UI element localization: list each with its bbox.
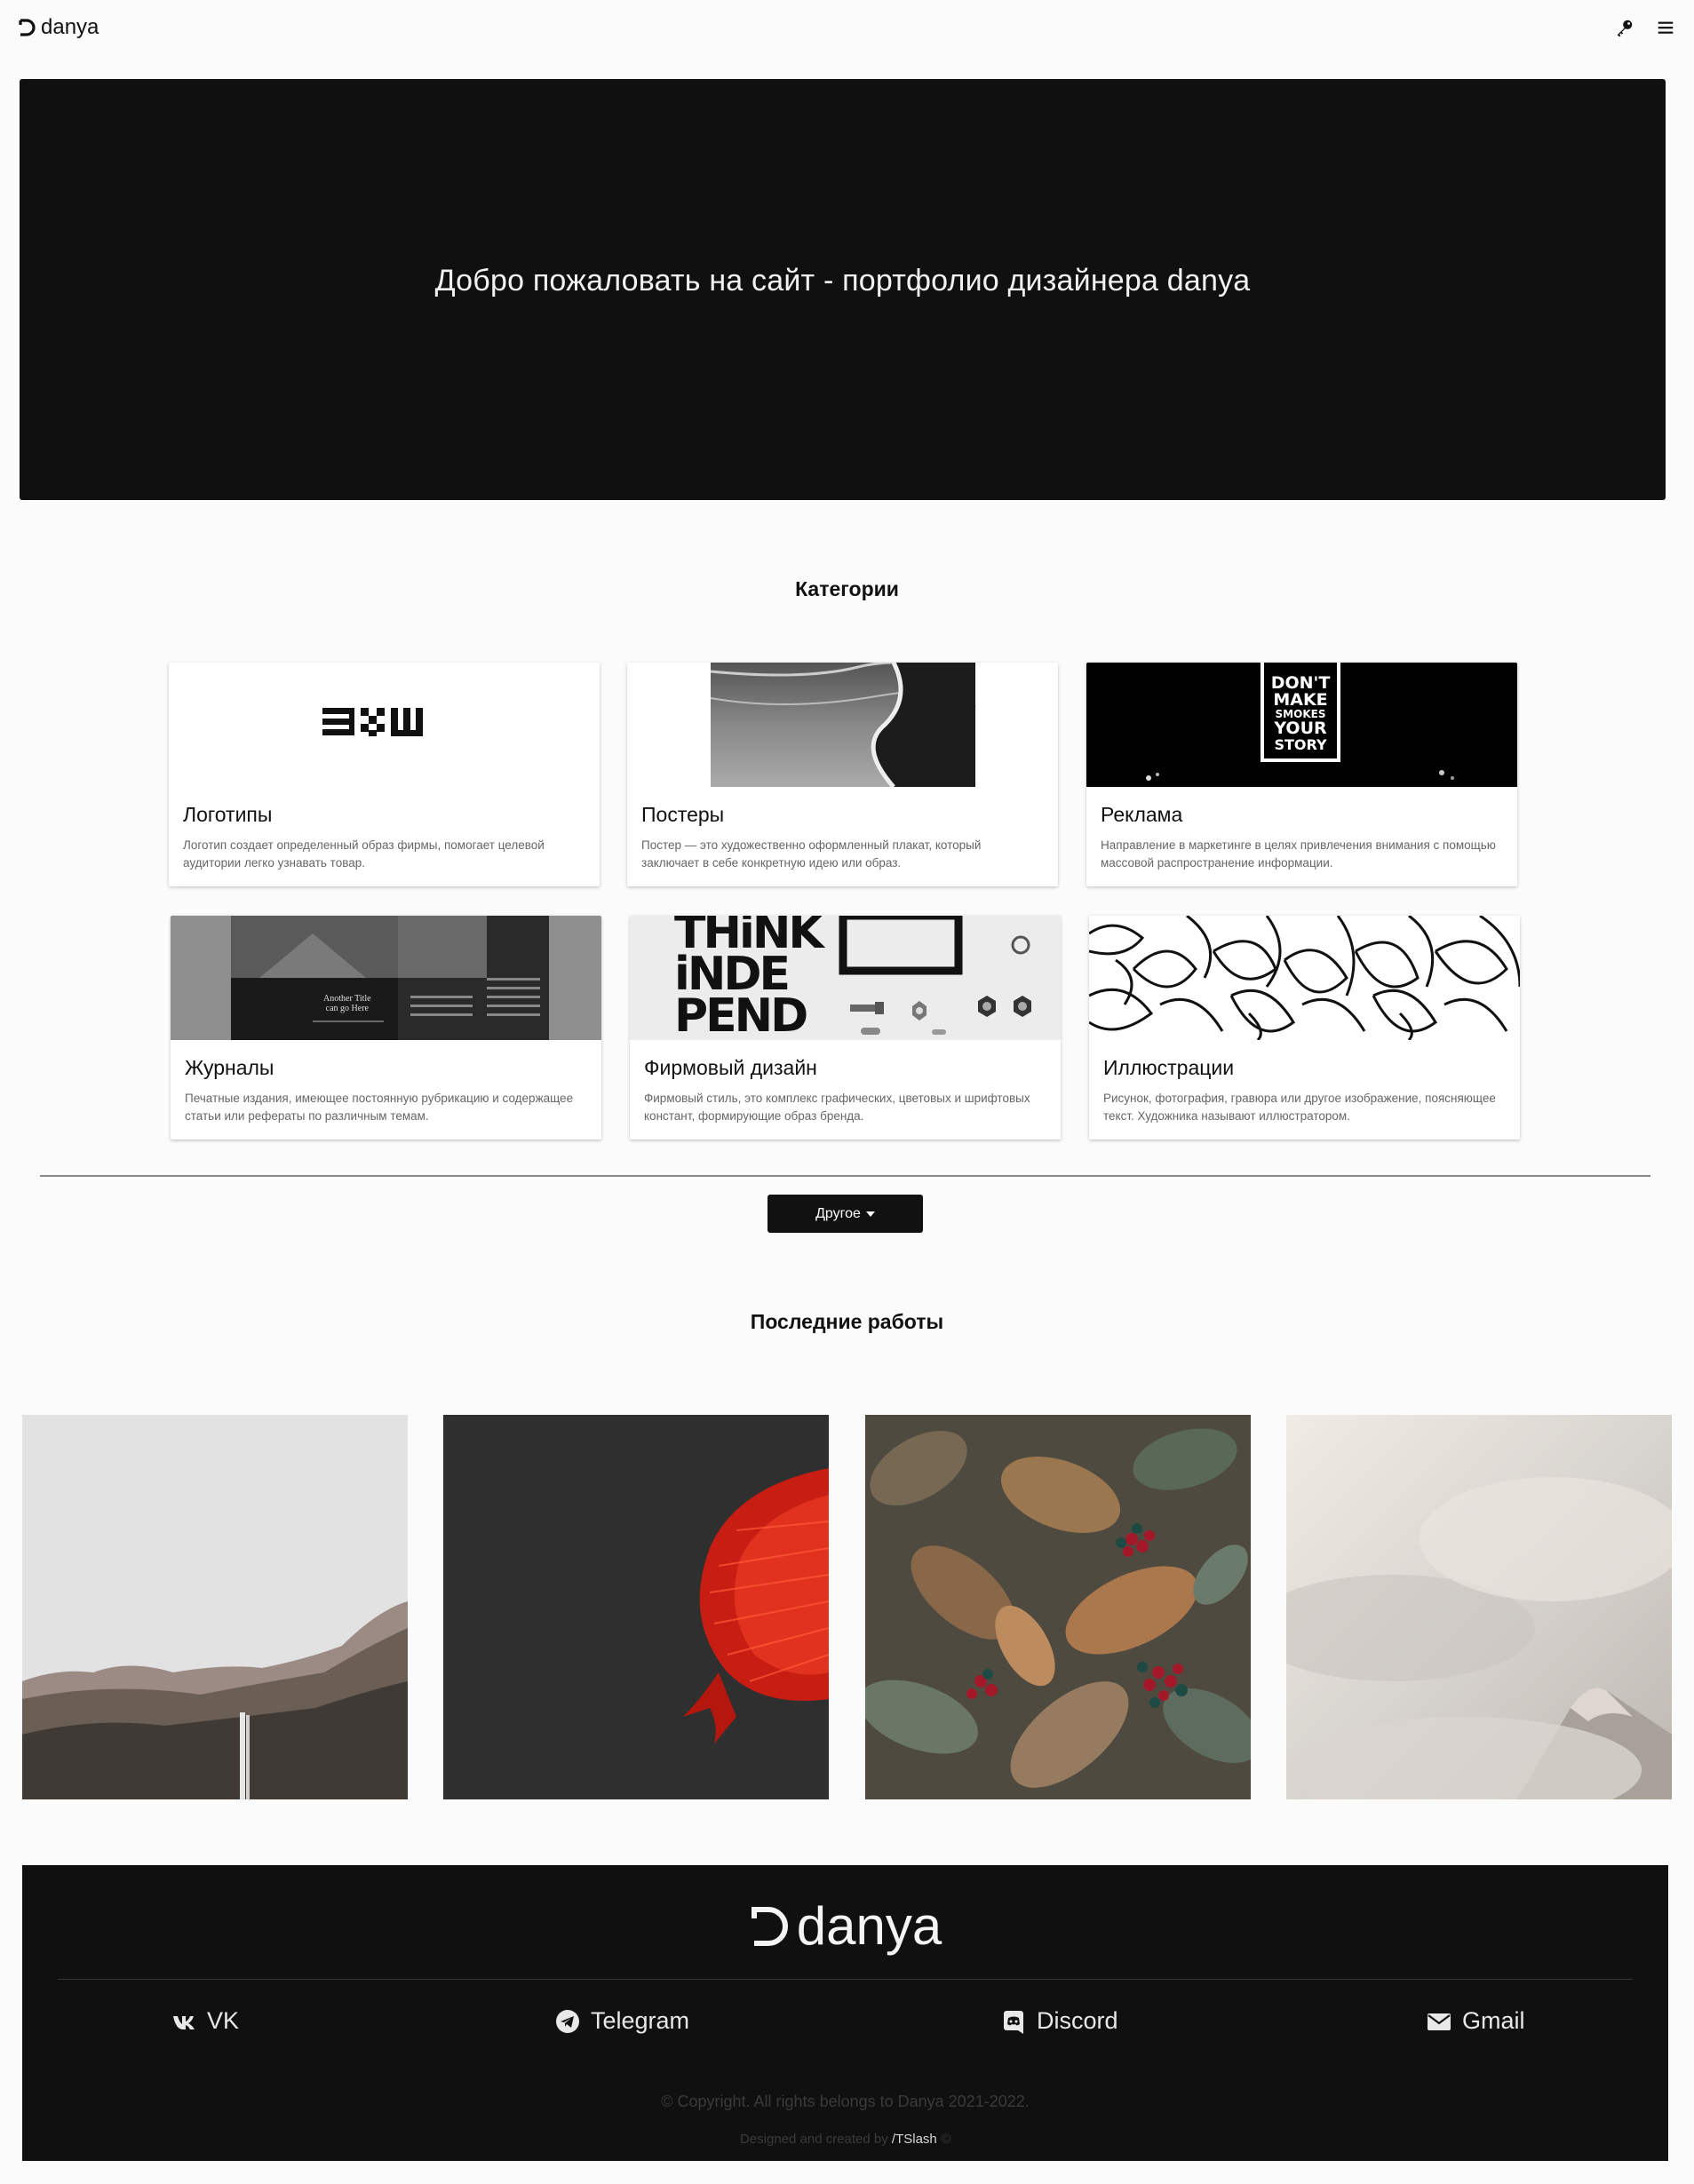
- category-image-ads: DON'T MAKE SMOKES YOUR STORY: [1086, 663, 1517, 787]
- category-title: Фирмовый дизайн: [644, 1056, 817, 1079]
- work-image-misty-mountain[interactable]: [1286, 1415, 1672, 1799]
- category-card-illustrations[interactable]: Иллюстрации Рисунок, фотография, гравюра…: [1089, 916, 1520, 1140]
- other-button-label: Другое: [815, 1205, 861, 1221]
- social-link-discord[interactable]: Discord: [1001, 2007, 1118, 2035]
- category-image-logos: [169, 663, 600, 787]
- category-title: Логотипы: [183, 803, 273, 826]
- magazine-page-caption: Another Title: [323, 994, 371, 1004]
- social-label: VK: [207, 2007, 240, 2034]
- discord-icon: [1004, 2010, 1023, 2034]
- latest-works-title: Последние работы: [750, 1310, 944, 1333]
- author-link[interactable]: /TSlash: [892, 2132, 937, 2147]
- social-label: Discord: [1037, 2007, 1118, 2034]
- category-description: Постер — это художественно оформленный п…: [641, 838, 982, 870]
- social-link-gmail[interactable]: Gmail: [1427, 2007, 1525, 2035]
- caret-down-icon: [865, 1211, 875, 1217]
- social-label: Gmail: [1462, 2007, 1525, 2034]
- social-link-telegram[interactable]: Telegram: [555, 2007, 689, 2035]
- vk-icon: [173, 2015, 195, 2029]
- category-title: Журналы: [185, 1056, 274, 1079]
- category-description: Печатные издания, имеющее постоянную руб…: [185, 1092, 574, 1123]
- category-image-illustrations: [1089, 916, 1520, 1040]
- envelope-icon: [1428, 2013, 1451, 2030]
- footer-brand: danya: [22, 1895, 1668, 1957]
- nav-icons: [1614, 17, 1676, 38]
- category-title: Реклама: [1101, 803, 1183, 826]
- category-description: Фирмовый стиль, это комплекс графических…: [644, 1092, 1030, 1123]
- category-title: Иллюстрации: [1103, 1056, 1235, 1079]
- footer: danya VK Telegram Discord Gmail © Copyri…: [22, 1865, 1668, 2161]
- work-image-red-fish[interactable]: [443, 1415, 829, 1799]
- brand-name: danya: [41, 15, 99, 39]
- category-title: Постеры: [641, 803, 725, 826]
- category-image-magazines: Another Title can go Here: [171, 916, 601, 1040]
- work-image-berries[interactable]: [865, 1415, 1251, 1799]
- social-label: Telegram: [591, 2007, 690, 2034]
- copyright-text: © Copyright. All rights belongs to Danya…: [661, 2093, 1030, 2110]
- credits-prefix: Designed and created by: [739, 2132, 888, 2147]
- work-image-waterfall[interactable]: [22, 1415, 408, 1799]
- footer-brand-logo-icon: [751, 1906, 788, 1946]
- credits-suffix: ©: [940, 2132, 951, 2147]
- hero-title: Добро пожаловать на сайт - портфолио диз…: [434, 263, 1251, 298]
- brand-logo-icon: [19, 19, 36, 36]
- category-image-posters: [627, 663, 1058, 787]
- category-description: Логотип создает определенный образ фирмы…: [183, 838, 545, 870]
- section-divider: [40, 1175, 1650, 1177]
- category-card-ads[interactable]: DON'T MAKE SMOKES YOUR STORY Реклама Нап…: [1086, 663, 1517, 886]
- category-card-posters[interactable]: Постеры Постер — это художественно оформ…: [627, 663, 1058, 886]
- brand-link[interactable]: danya: [18, 15, 99, 40]
- social-link-vk[interactable]: VK: [171, 2007, 239, 2035]
- magazine-page-caption: can go Here: [325, 1004, 369, 1013]
- category-description: Направление в маркетинге в целях привлеч…: [1101, 838, 1496, 870]
- other-categories-dropdown-button[interactable]: Другое: [767, 1195, 923, 1233]
- category-card-logos[interactable]: Логотипы Логотип создает определенный об…: [169, 663, 600, 886]
- hero-banner: Добро пожаловать на сайт - портфолио диз…: [20, 79, 1666, 500]
- telegram-icon: [556, 2009, 579, 2033]
- category-description: Рисунок, фотография, гравюра или другое …: [1103, 1092, 1496, 1123]
- credits-text: Designed and created by /TSlash ©: [22, 2132, 1668, 2147]
- category-card-magazines[interactable]: Another Title can go Here Журналы Печатн…: [171, 916, 601, 1140]
- top-navbar: danya: [0, 0, 1694, 55]
- key-icon[interactable]: [1614, 17, 1635, 38]
- category-card-corporate-design[interactable]: THiNK iNDE PEND Фирмовый дизайн Фирмовый…: [630, 916, 1061, 1140]
- footer-divider: [58, 1979, 1633, 1980]
- menu-icon[interactable]: [1655, 17, 1676, 38]
- footer-brand-name: danya: [796, 1896, 942, 1956]
- categories-title: Категории: [795, 577, 899, 600]
- category-image-corporate-design: THiNK iNDE PEND: [630, 916, 1061, 1040]
